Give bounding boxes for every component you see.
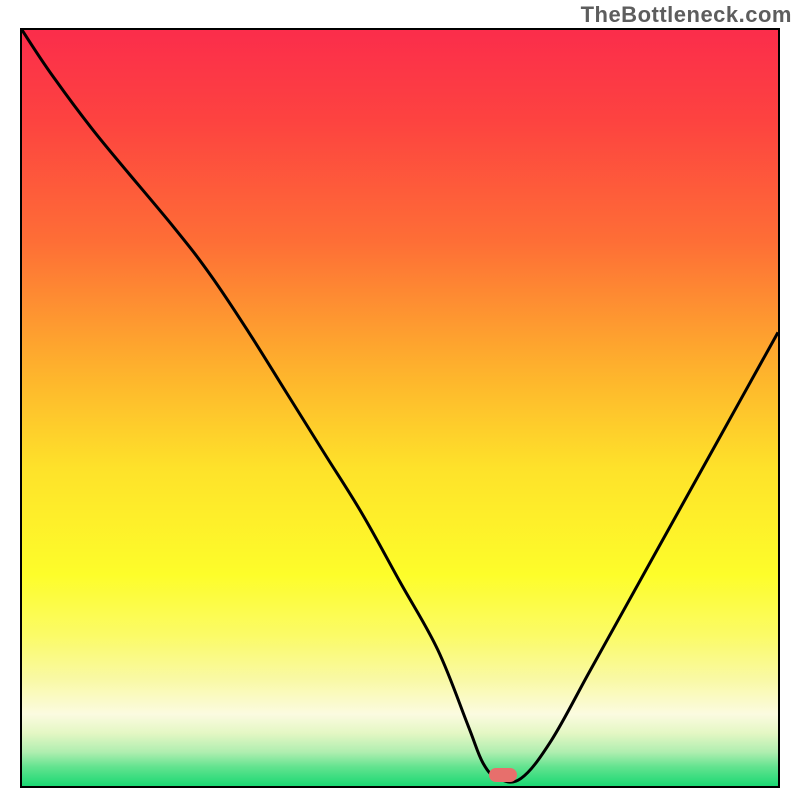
gradient-background [22,30,778,786]
chart-stage: TheBottleneck.com [0,0,800,800]
watermark-text: TheBottleneck.com [581,2,792,28]
plot-svg [22,30,778,786]
optimum-marker-icon [489,768,517,782]
plot-area [22,30,778,786]
